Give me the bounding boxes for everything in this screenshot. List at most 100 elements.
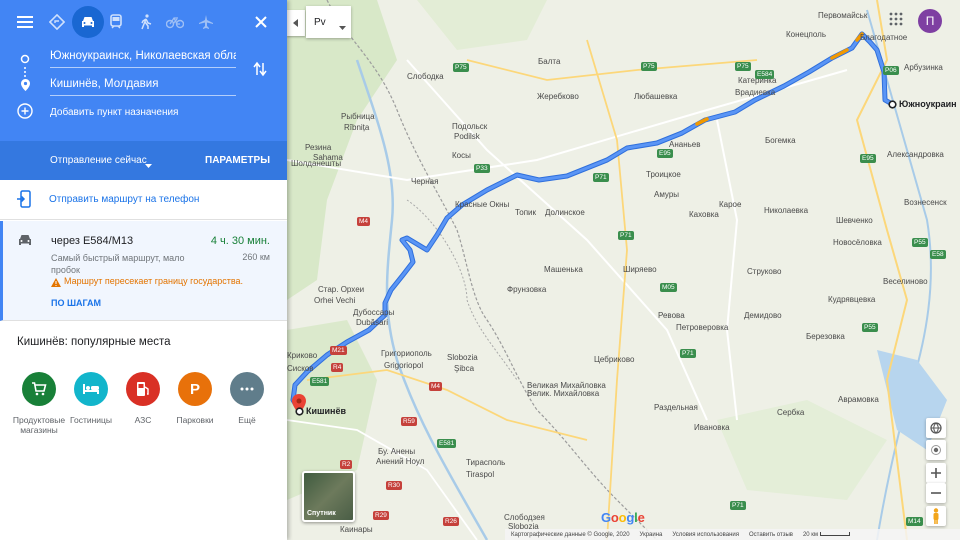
pegman-icon[interactable] xyxy=(926,506,946,526)
map-place-label[interactable]: Долинское xyxy=(545,208,585,217)
map-place-label[interactable]: Дубоссары xyxy=(353,308,394,317)
map-place-label[interactable]: Криково xyxy=(287,351,317,360)
map-place-label[interactable]: Сербка xyxy=(777,408,804,417)
map-place-label[interactable]: Tiraspol xyxy=(466,470,494,479)
map-place-label[interactable]: Ивановка xyxy=(694,423,730,432)
map-place-label[interactable]: Слободка xyxy=(407,72,444,81)
map-place-label[interactable]: Велик. Михайловка xyxy=(527,389,599,398)
map-place-label[interactable]: Slobozia xyxy=(447,353,478,362)
map-place-label[interactable]: Богемка xyxy=(765,136,796,145)
add-destination-icon[interactable] xyxy=(17,103,33,122)
apps-grid-icon[interactable] xyxy=(889,12,903,29)
map-place-label[interactable]: Веселиново xyxy=(883,277,928,286)
map-place-label[interactable]: Новосёловка xyxy=(833,238,882,247)
map-place-label[interactable]: Жеребково xyxy=(537,92,579,101)
route-option-card[interactable]: через E584/M13 4 ч. 30 мин. Самый быстры… xyxy=(0,221,287,321)
map-place-label[interactable]: Стар. Орхеи xyxy=(318,285,364,294)
menu-icon[interactable] xyxy=(9,6,41,38)
map-place-label[interactable]: Благодатное xyxy=(860,33,907,42)
zoom-in-button[interactable] xyxy=(926,463,946,483)
map-place-label[interactable]: Конецполь xyxy=(786,30,826,39)
caret-down-icon[interactable] xyxy=(145,157,152,171)
destination-input[interactable]: Кишинёв, Молдавия xyxy=(50,74,236,96)
map-place-label[interactable]: Демидово xyxy=(744,311,782,320)
close-icon[interactable] xyxy=(245,6,277,38)
category-more[interactable]: Ещё xyxy=(217,372,277,425)
zoom-out-button[interactable] xyxy=(926,483,946,503)
departure-time-dropdown[interactable]: Отправление сейчас xyxy=(50,155,147,166)
map-place-label[interactable]: Подольск xyxy=(452,122,487,131)
map-place-label[interactable]: Любашевка xyxy=(634,92,677,101)
map-place-label[interactable]: Амуры xyxy=(654,190,679,199)
map-place-label[interactable]: Шевченко xyxy=(836,216,873,225)
map-place-label[interactable]: Черная xyxy=(411,177,438,186)
map-place-label[interactable]: Балта xyxy=(538,57,560,66)
category-gas-stations[interactable]: АЗС xyxy=(113,372,173,425)
add-destination-link[interactable]: Добавить пункт назначения xyxy=(50,107,178,118)
map-place-label[interactable]: Красные Окны xyxy=(455,200,509,209)
map-place-label[interactable]: Ревова xyxy=(658,311,685,320)
map-place-label[interactable]: Аврамовка xyxy=(838,395,879,404)
map-place-label[interactable]: Dubăsari xyxy=(356,318,388,327)
map-place-label[interactable]: Бу. Анены xyxy=(378,447,415,456)
map-place-label[interactable]: Sahama xyxy=(313,153,343,162)
feedback-link[interactable]: Оставить отзыв xyxy=(749,532,793,538)
map-place-label[interactable]: Şibca xyxy=(454,364,474,373)
map-place-label[interactable]: Петроверовка xyxy=(676,323,728,332)
my-location-icon[interactable] xyxy=(926,440,946,460)
transit-mode-icon[interactable] xyxy=(100,6,132,38)
map-place-label[interactable]: Каинары xyxy=(340,525,373,534)
map-place-label[interactable]: Арбузинка xyxy=(904,63,943,72)
map-place-label[interactable]: Сисков xyxy=(287,364,314,373)
map-place-label[interactable]: Топик xyxy=(515,208,536,217)
map-place-label[interactable]: Тирасполь xyxy=(466,458,505,467)
map-country-link[interactable]: Украина xyxy=(640,532,663,538)
category-groceries[interactable]: Продуктовые магазины xyxy=(9,372,69,435)
map-place-label[interactable]: Каховка xyxy=(689,210,719,219)
map-place-label[interactable]: Первомайськ xyxy=(818,11,867,20)
category-parking[interactable]: P Парковки xyxy=(165,372,225,425)
map-place-label[interactable]: Врадиевка xyxy=(735,88,775,97)
send-to-phone-row[interactable]: Отправить маршрут на телефон xyxy=(0,180,287,220)
flight-mode-icon[interactable] xyxy=(190,6,222,38)
map-place-label[interactable]: Вознесенск xyxy=(904,198,947,207)
map-place-label[interactable]: Фрунзовка xyxy=(507,285,546,294)
map-place-label[interactable]: Раздельная xyxy=(654,403,698,412)
map-place-label[interactable]: Podilsk xyxy=(454,132,480,141)
walk-mode-icon[interactable] xyxy=(130,6,162,38)
map-canvas[interactable]: Южноукраин Кишинёв Первомайськ Конецполь Б… xyxy=(287,0,960,540)
category-hotels[interactable]: Гостиницы xyxy=(61,372,121,425)
map-place-label[interactable]: Цебриково xyxy=(594,355,634,364)
map-place-label[interactable]: Ширяево xyxy=(623,265,657,274)
options-button[interactable]: ПАРАМЕТРЫ xyxy=(205,155,270,166)
map-place-label[interactable]: Александровка xyxy=(887,150,944,159)
map-place-label[interactable]: Троицкое xyxy=(646,170,681,179)
map-place-label[interactable]: Grigoriopol xyxy=(384,361,423,370)
map-place-label[interactable]: Машенька xyxy=(544,265,583,274)
account-avatar[interactable]: П xyxy=(918,9,942,33)
map-place-label[interactable]: Николаевка xyxy=(764,206,808,215)
map-place-label[interactable]: Рыбница xyxy=(341,112,375,121)
terms-link[interactable]: Условия использования xyxy=(672,532,739,538)
map-language-button[interactable]: Рv xyxy=(306,6,351,38)
map-place-label[interactable]: Струково xyxy=(747,267,781,276)
map-place-label[interactable]: Карое xyxy=(719,200,741,209)
map-place-label[interactable]: Анений Ноул xyxy=(376,457,424,466)
map-place-label[interactable]: Резина xyxy=(305,143,331,152)
map-place-label[interactable]: Ананьев xyxy=(669,140,701,149)
collapse-panel-button[interactable] xyxy=(287,10,305,36)
swap-icon[interactable] xyxy=(253,61,267,80)
map-place-label[interactable]: Березовка xyxy=(806,332,845,341)
bicycle-mode-icon[interactable] xyxy=(159,6,191,38)
map-place-label[interactable]: Косы xyxy=(452,151,471,160)
satellite-layer-toggle[interactable]: Спутник xyxy=(302,471,355,522)
map-place-label[interactable]: Григориополь xyxy=(381,349,432,358)
best-route-icon[interactable] xyxy=(41,6,73,38)
map-place-label[interactable]: Кудрявцевка xyxy=(828,295,875,304)
origin-input[interactable]: Южноукраинск, Николаевская област xyxy=(50,46,236,68)
map-scale[interactable]: 20 км xyxy=(803,532,850,538)
globe-icon[interactable] xyxy=(926,418,946,438)
map-place-label[interactable]: Слободзея xyxy=(504,513,545,522)
map-place-label[interactable]: Rîbnița xyxy=(344,123,369,132)
map-place-label[interactable]: Orhei Vechi xyxy=(314,296,355,305)
